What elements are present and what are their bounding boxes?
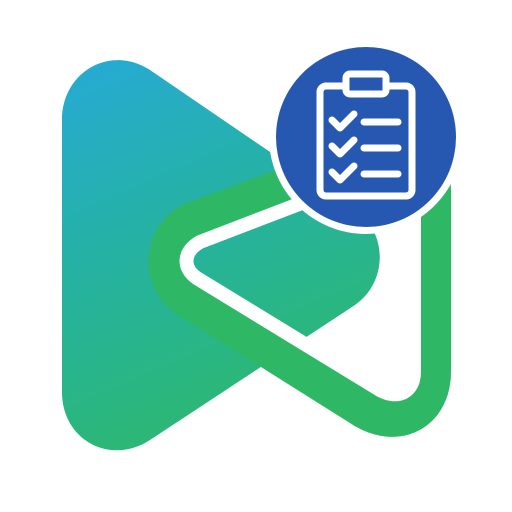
checklist-badge [269, 40, 463, 234]
app-icon [62, 40, 463, 451]
